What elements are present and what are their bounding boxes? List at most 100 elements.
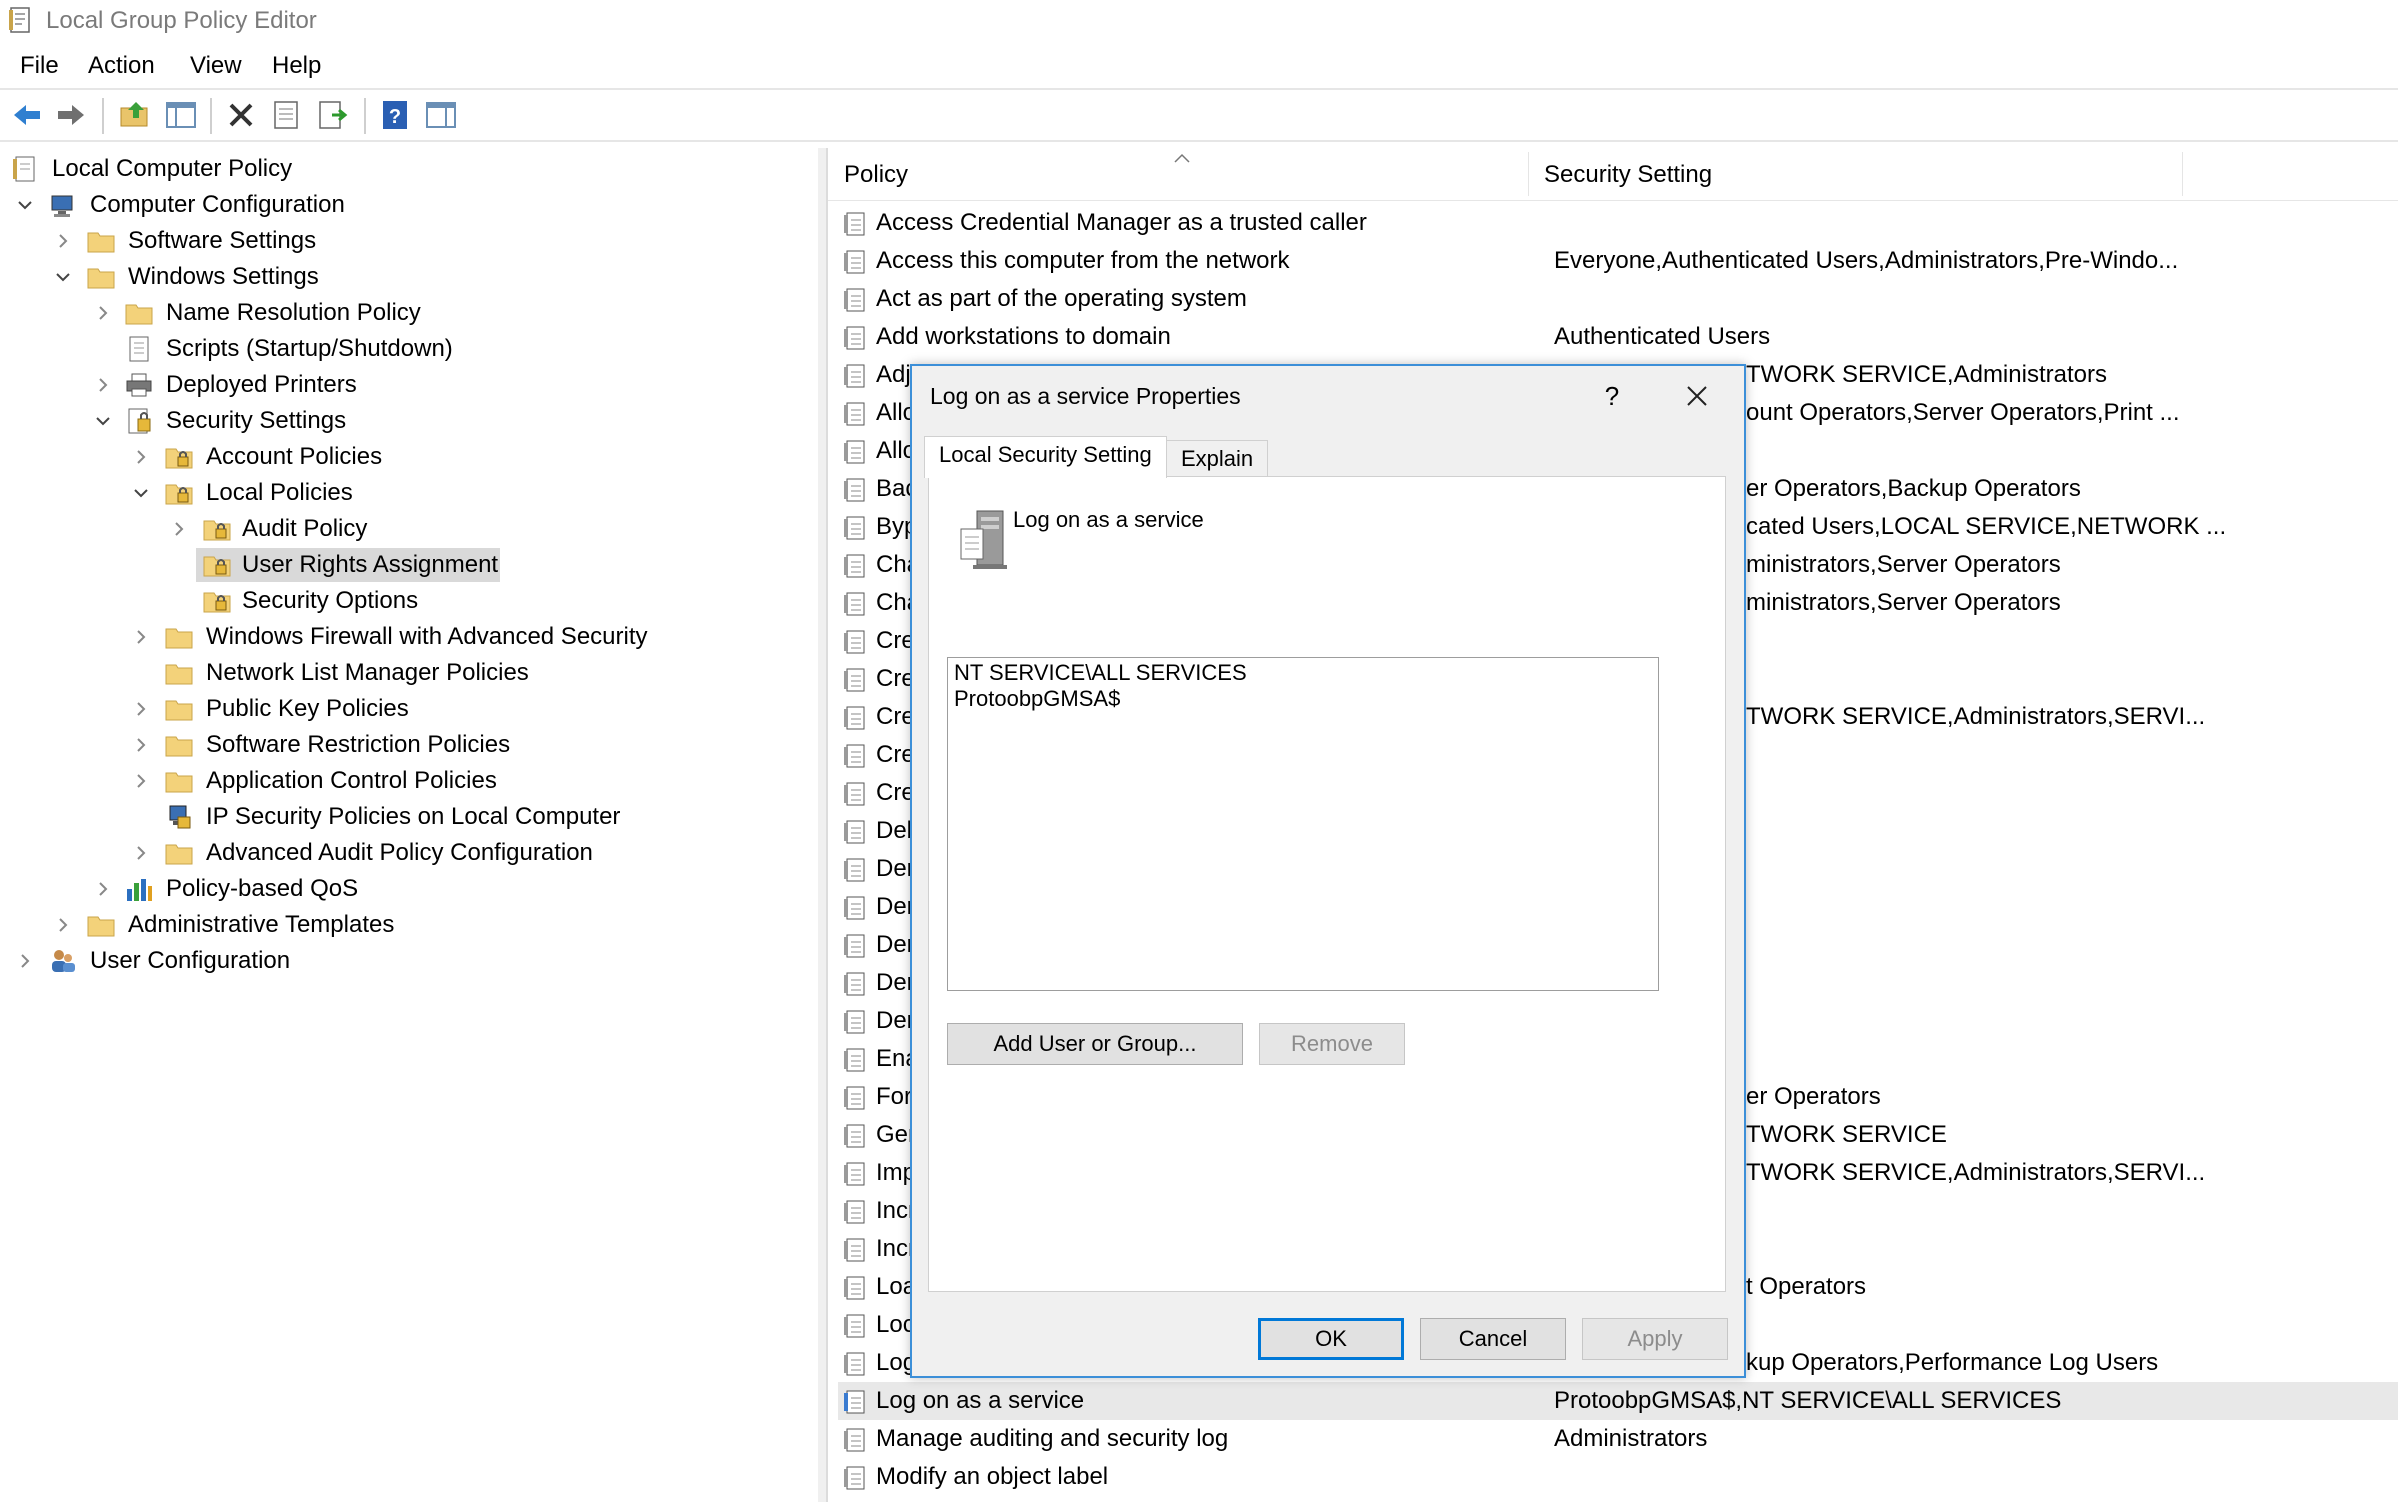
chevron-right-icon[interactable] xyxy=(94,304,112,322)
chevron-down-icon[interactable] xyxy=(132,484,150,502)
locked-folder-icon xyxy=(165,484,193,505)
tree-node-scripts[interactable]: Scripts (Startup/Shutdown) xyxy=(10,332,510,366)
menu-help[interactable]: Help xyxy=(272,48,321,84)
security-setting-fragment: TWORK SERVICE,Administrators xyxy=(1746,361,2107,388)
tree-node-account-policies[interactable]: Account Policies xyxy=(10,440,510,474)
table-row[interactable]: Act as part of the operating system xyxy=(838,280,2398,318)
security-setting-fragment: TWORK SERVICE,Administrators,SERVI... xyxy=(1746,1159,2206,1186)
chevron-down-icon[interactable] xyxy=(54,268,72,286)
cancel-button[interactable]: Cancel xyxy=(1420,1318,1566,1360)
tab-explain[interactable]: Explain xyxy=(1166,440,1269,478)
policy-setting-icon-graphic xyxy=(844,440,865,464)
computer-icon xyxy=(51,195,73,217)
tree-node-software-restriction[interactable]: Software Restriction Policies xyxy=(10,728,610,762)
add-user-or-group-button[interactable]: Add User or Group... xyxy=(947,1023,1243,1065)
table-row[interactable]: Access Credential Manager as a trusted c… xyxy=(838,204,2398,242)
column-separator[interactable] xyxy=(2182,152,2183,196)
export-list-icon[interactable] xyxy=(316,98,350,132)
tree-node-ip-security[interactable]: IP Security Policies on Local Computer xyxy=(10,800,660,834)
security-setting-fragment: TWORK SERVICE,Administrators,SERVI... xyxy=(1746,703,2206,730)
chevron-down-icon[interactable] xyxy=(94,412,112,430)
printer-icon xyxy=(126,373,152,397)
tree-node-network-list-manager[interactable]: Network List Manager Policies xyxy=(10,656,610,690)
help-button[interactable]: ? xyxy=(1592,376,1632,416)
policy-setting-icon xyxy=(842,324,868,352)
tree-node-local-policies[interactable]: Local Policies xyxy=(10,476,510,510)
policy-document-icon xyxy=(13,156,35,182)
table-row[interactable]: Modify an object label xyxy=(838,1458,2398,1496)
tree-node-public-key-policies[interactable]: Public Key Policies xyxy=(10,692,610,726)
policy-setting-icon-graphic xyxy=(844,250,865,274)
chevron-right-icon[interactable] xyxy=(94,376,112,394)
tree-node-name-resolution-policy[interactable]: Name Resolution Policy xyxy=(10,296,510,330)
tree-node-local-computer-policy[interactable]: Local Computer Policy xyxy=(10,152,410,186)
account-item[interactable]: ProtoobpGMSA$ xyxy=(954,686,1652,712)
pane-splitter[interactable] xyxy=(818,148,826,1502)
show-hide-tree-icon[interactable] xyxy=(164,98,198,132)
policy-setting-icon-graphic xyxy=(844,1352,865,1376)
tree-node-software-settings[interactable]: Software Settings xyxy=(10,224,410,258)
table-row[interactable]: Manage auditing and security log Administ… xyxy=(838,1420,2398,1458)
table-row[interactable]: Log on as a service ProtoobpGMSA$,NT SERV… xyxy=(838,1382,2398,1420)
chevron-right-icon[interactable] xyxy=(54,232,72,250)
bar-chart-icon xyxy=(127,879,152,901)
tree-node-security-options[interactable]: Security Options xyxy=(10,584,510,618)
security-setting-fragment: er Operators xyxy=(1746,1083,1881,1110)
chevron-right-icon[interactable] xyxy=(132,844,150,862)
chevron-right-icon[interactable] xyxy=(132,736,150,754)
chevron-right-icon[interactable] xyxy=(132,700,150,718)
policy-setting-icon xyxy=(842,666,868,694)
account-listbox[interactable]: NT SERVICE\ALL SERVICES ProtoobpGMSA$ xyxy=(947,657,1659,991)
chevron-right-icon[interactable] xyxy=(132,448,150,466)
apply-button[interactable]: Apply xyxy=(1582,1318,1728,1360)
chevron-right-icon[interactable] xyxy=(132,628,150,646)
tree-node-computer-configuration[interactable]: Computer Configuration xyxy=(10,188,410,222)
table-row[interactable]: Access this computer from the network Eve… xyxy=(838,242,2398,280)
chevron-right-icon[interactable] xyxy=(16,952,34,970)
account-item[interactable]: NT SERVICE\ALL SERVICES xyxy=(954,660,1652,686)
policy-setting-icon xyxy=(842,1464,868,1492)
tree-node-security-settings[interactable]: Security Settings xyxy=(10,404,510,438)
tree-node-audit-policy[interactable]: Audit Policy xyxy=(10,512,510,546)
table-row[interactable]: Add workstations to domain Authenticated … xyxy=(838,318,2398,356)
tree-node-windows-settings[interactable]: Windows Settings xyxy=(10,260,410,294)
chevron-right-icon[interactable] xyxy=(94,880,112,898)
up-folder-icon[interactable] xyxy=(118,98,152,132)
delete-icon[interactable] xyxy=(224,98,258,132)
tree-node-windows-firewall[interactable]: Windows Firewall with Advanced Security xyxy=(10,620,710,654)
security-setting-cell: Everyone,Authenticated Users,Administrat… xyxy=(1554,247,2179,274)
remove-button[interactable]: Remove xyxy=(1259,1023,1405,1065)
tree-node-policy-based-qos[interactable]: Policy-based QoS xyxy=(10,872,510,906)
folder-icon xyxy=(165,700,193,721)
policy-setting-icon xyxy=(842,590,868,618)
tree-node-user-configuration[interactable]: User Configuration xyxy=(10,944,410,978)
help-icon[interactable]: ? xyxy=(378,98,412,132)
tree-node-application-control[interactable]: Application Control Policies xyxy=(10,764,610,798)
properties-icon[interactable] xyxy=(270,98,304,132)
menu-action[interactable]: Action xyxy=(88,48,155,84)
chevron-right-icon[interactable] xyxy=(170,520,188,538)
policy-name-cell: For xyxy=(876,1083,912,1110)
tree-node-administrative-templates[interactable]: Administrative Templates xyxy=(10,908,510,942)
back-icon[interactable] xyxy=(10,98,44,132)
chevron-down-icon[interactable] xyxy=(16,196,34,214)
tree-node-advanced-audit[interactable]: Advanced Audit Policy Configuration xyxy=(10,836,660,870)
show-action-pane-icon[interactable] xyxy=(424,98,458,132)
ok-button[interactable]: OK xyxy=(1258,1318,1404,1360)
tree-node-deployed-printers[interactable]: Deployed Printers xyxy=(10,368,510,402)
policy-setting-icon-graphic xyxy=(844,706,865,730)
tab-local-security-setting[interactable]: Local Security Setting xyxy=(924,436,1167,478)
security-setting-cell: Administrators xyxy=(1554,1425,1708,1452)
menu-view[interactable]: View xyxy=(190,48,242,84)
policy-setting-icon-graphic xyxy=(844,1162,865,1186)
close-button[interactable] xyxy=(1672,376,1722,416)
chevron-right-icon[interactable] xyxy=(132,772,150,790)
chevron-right-icon[interactable] xyxy=(54,916,72,934)
policy-setting-icon xyxy=(842,514,868,542)
menu-file[interactable]: File xyxy=(20,48,59,84)
locked-folder-icon xyxy=(165,448,193,469)
tree-node-user-rights-assignment[interactable]: User Rights Assignment xyxy=(196,548,500,582)
policy-setting-icon xyxy=(842,552,868,580)
column-header-security-setting[interactable]: Security Setting xyxy=(1528,148,2168,200)
forward-icon[interactable] xyxy=(54,98,88,132)
